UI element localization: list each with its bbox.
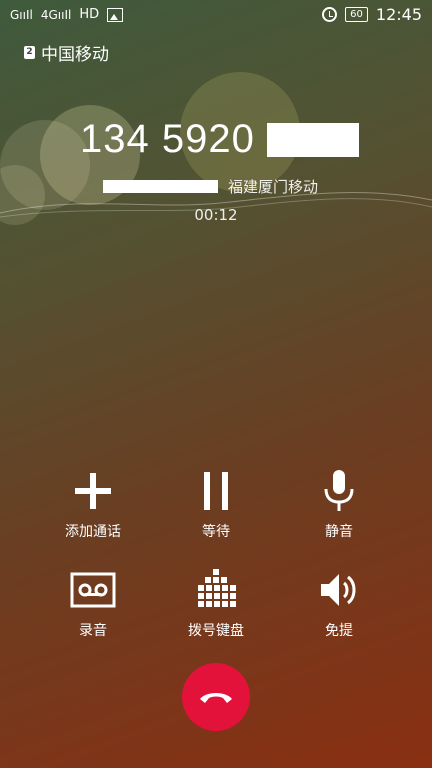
caller-location-row: 福建厦门移动 xyxy=(103,176,318,197)
gallery-icon xyxy=(107,7,124,22)
record-button[interactable]: 录音 xyxy=(38,566,148,640)
hang-up-icon xyxy=(200,693,232,703)
dialpad-label: 拨号键盘 xyxy=(188,623,244,639)
redaction-box xyxy=(103,180,218,193)
battery-icon: 60 xyxy=(345,7,368,22)
alarm-icon xyxy=(322,7,338,22)
signal-icon: 4GııIl xyxy=(40,7,72,22)
end-call-button[interactable] xyxy=(182,663,250,731)
caller-number-row: 134 5920 xyxy=(80,117,359,162)
hd-indicator: HD xyxy=(79,7,100,22)
dialpad-button[interactable]: 拨号键盘 xyxy=(161,566,271,640)
record-label: 录音 xyxy=(79,623,107,639)
status-bar: GııIl 4GııIl HD 60 12:45 xyxy=(0,0,432,30)
phone-number: 134 5920 xyxy=(80,117,255,161)
pause-icon xyxy=(192,467,240,515)
voicemail-record-icon xyxy=(69,566,117,614)
speaker-button[interactable]: 免提 xyxy=(284,566,394,640)
status-time: 12:45 xyxy=(375,5,422,24)
sim-icon: 2 xyxy=(24,46,35,59)
add-call-label: 添加通话 xyxy=(65,524,121,540)
call-duration: 00:12 xyxy=(194,206,238,224)
hold-button[interactable]: 等待 xyxy=(161,467,271,541)
redaction-box xyxy=(266,122,359,157)
dialpad-icon xyxy=(192,566,240,614)
add-call-button[interactable]: 添加通话 xyxy=(38,467,148,541)
mute-button[interactable]: 静音 xyxy=(284,467,394,541)
carrier-info: 2 中国移动 xyxy=(24,40,109,65)
carrier-name: 中国移动 xyxy=(41,45,109,65)
microphone-icon xyxy=(315,467,363,515)
mute-label: 静音 xyxy=(325,524,353,540)
add-call-icon xyxy=(69,467,117,515)
hold-label: 等待 xyxy=(202,524,230,540)
signal-icon: GııIl xyxy=(10,7,33,22)
speaker-label: 免提 xyxy=(325,623,353,639)
speaker-icon xyxy=(315,566,363,614)
caller-location: 福建厦门移动 xyxy=(228,178,319,196)
